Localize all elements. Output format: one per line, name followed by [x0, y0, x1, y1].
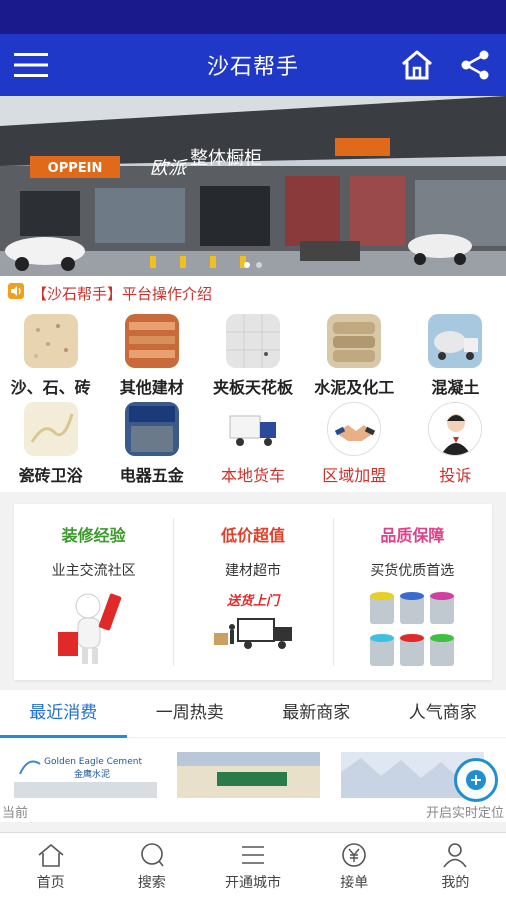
speaker-icon — [8, 283, 24, 303]
category-label: 投诉 — [439, 466, 472, 485]
category-label: 本地货车 — [220, 466, 285, 485]
ceiling-icon — [225, 314, 280, 368]
promo-sub: 业主交流社区 — [51, 563, 136, 579]
notice-text: 【沙石帮手】平台操作介绍 — [32, 284, 213, 303]
location-row: 当前 开启实时定位 — [0, 798, 506, 822]
promo-heading: 品质保障 — [380, 526, 445, 545]
menu-icon[interactable] — [12, 46, 50, 84]
enable-realtime-location[interactable]: 开启实时定位 — [426, 802, 504, 821]
category-label: 水泥及化工 — [314, 378, 395, 397]
search-icon — [140, 842, 164, 866]
painter-icon — [57, 593, 121, 664]
sand-icon — [23, 314, 78, 368]
category-grid: 沙、石、砖 其他建材 夹板天花板 水泥及化工 混凝土 瓷砖卫浴 电器五金 本地货… — [0, 310, 506, 492]
banner-carousel[interactable]: OPPEIN 欧派 整体橱柜 — [0, 96, 506, 276]
banner-tagline: 整体橱柜 — [190, 148, 262, 169]
category-tile-bath[interactable]: 瓷砖卫浴 — [0, 402, 101, 486]
category-other-materials[interactable]: 其他建材 — [101, 314, 202, 398]
notice-bar[interactable]: 【沙石帮手】平台操作介绍 — [0, 276, 506, 310]
promo-sub: 买货优质首选 — [370, 563, 455, 579]
nav-label: 接单 — [340, 874, 369, 891]
category-plywood-ceiling[interactable]: 夹板天花板 — [202, 314, 303, 398]
concrete-truck-icon — [428, 314, 483, 368]
shop-card[interactable]: Golden Eagle Cement 金鹰水泥 — [14, 752, 165, 798]
tile-icon — [23, 402, 78, 456]
promo-panel: 装修经验 业主交流社区 低价超值 建材超市 送货上门 品质保障 买货优质首选 — [14, 504, 492, 680]
bottom-nav: 首页 搜索 开通城市 接单 我的 — [0, 832, 506, 900]
promo-heading: 装修经验 — [61, 526, 126, 545]
delivery-truck-icon — [213, 618, 292, 649]
nav-search[interactable]: 搜索 — [101, 833, 202, 900]
category-concrete[interactable]: 混凝土 — [405, 314, 506, 398]
nav-label: 开通城市 — [225, 874, 281, 891]
nav-open-cities[interactable]: 开通城市 — [202, 833, 303, 900]
nav-take-orders[interactable]: 接单 — [304, 833, 405, 900]
category-sand-stone-brick[interactable]: 沙、石、砖 — [0, 314, 101, 398]
carousel-dots — [0, 262, 506, 268]
hardware-store-icon — [124, 402, 179, 456]
promo-quality[interactable]: 品质保障 买货优质首选 — [332, 504, 492, 680]
category-label: 其他建材 — [119, 378, 184, 397]
truck-icon — [225, 402, 280, 456]
category-cement-chemical[interactable]: 水泥及化工 — [304, 314, 405, 398]
nav-home[interactable]: 首页 — [0, 833, 101, 900]
paint-cans-icon — [370, 592, 455, 666]
promo-heading: 低价超值 — [220, 526, 285, 545]
promo-decoration-experience[interactable]: 装修经验 业主交流社区 — [14, 504, 173, 680]
category-complaint[interactable]: 投诉 — [405, 402, 506, 486]
home-icon[interactable] — [398, 46, 436, 84]
category-label: 夹板天花板 — [212, 378, 293, 397]
tab-newest-merchants[interactable]: 最新商家 — [253, 690, 380, 738]
tab-recent-consumption[interactable]: 最近消费 — [0, 690, 127, 738]
category-label: 电器五金 — [119, 466, 184, 485]
tab-weekly-hot[interactable]: 一周热卖 — [127, 690, 254, 738]
category-label: 瓷砖卫浴 — [18, 466, 83, 485]
shop-sign: Golden Eagle Cement — [44, 757, 142, 767]
list-icon — [242, 845, 264, 864]
carousel-dot[interactable] — [244, 262, 250, 268]
warehouse-icon — [124, 314, 179, 368]
shop-list: Golden Eagle Cement 金鹰水泥 — [0, 738, 506, 798]
plus-icon — [466, 770, 486, 790]
shop-sign-cn: 金鹰水泥 — [74, 768, 110, 780]
float-action-button[interactable] — [454, 758, 498, 802]
user-icon — [443, 842, 468, 867]
current-location-label: 当前 — [2, 806, 29, 821]
nav-label: 我的 — [441, 874, 470, 891]
merchant-tabs: 最近消费 一周热卖 最新商家 人气商家 — [0, 690, 506, 738]
category-regional-franchise[interactable]: 区域加盟 — [304, 402, 405, 486]
cement-bag-icon — [327, 314, 382, 368]
home-icon — [38, 843, 64, 867]
nav-label: 首页 — [36, 874, 65, 891]
promo-sub: 建材超市 — [224, 563, 281, 579]
shop-card[interactable] — [177, 752, 328, 798]
app-header: 沙石帮手 — [0, 34, 506, 96]
category-label: 混凝土 — [431, 378, 480, 397]
share-icon[interactable] — [456, 46, 494, 84]
customer-service-icon — [428, 402, 483, 456]
yen-icon — [342, 842, 367, 867]
handshake-icon — [327, 402, 382, 456]
nav-label: 搜索 — [137, 874, 166, 891]
category-electrical-hardware[interactable]: 电器五金 — [101, 402, 202, 486]
nav-profile[interactable]: 我的 — [405, 833, 506, 900]
category-label: 沙、石、砖 — [10, 378, 91, 397]
page-title: 沙石帮手 — [206, 55, 299, 80]
status-bar — [0, 0, 506, 34]
promo-delivery-tag: 送货上门 — [226, 594, 279, 609]
category-local-truck[interactable]: 本地货车 — [202, 402, 303, 486]
carousel-dot[interactable] — [256, 262, 262, 268]
banner-brand-cn: 欧派 — [150, 158, 188, 179]
category-label: 区域加盟 — [322, 466, 387, 485]
tab-popular-merchants[interactable]: 人气商家 — [380, 690, 506, 738]
banner-brand: OPPEIN — [48, 161, 103, 176]
promo-low-price[interactable]: 低价超值 建材超市 送货上门 — [173, 504, 332, 680]
